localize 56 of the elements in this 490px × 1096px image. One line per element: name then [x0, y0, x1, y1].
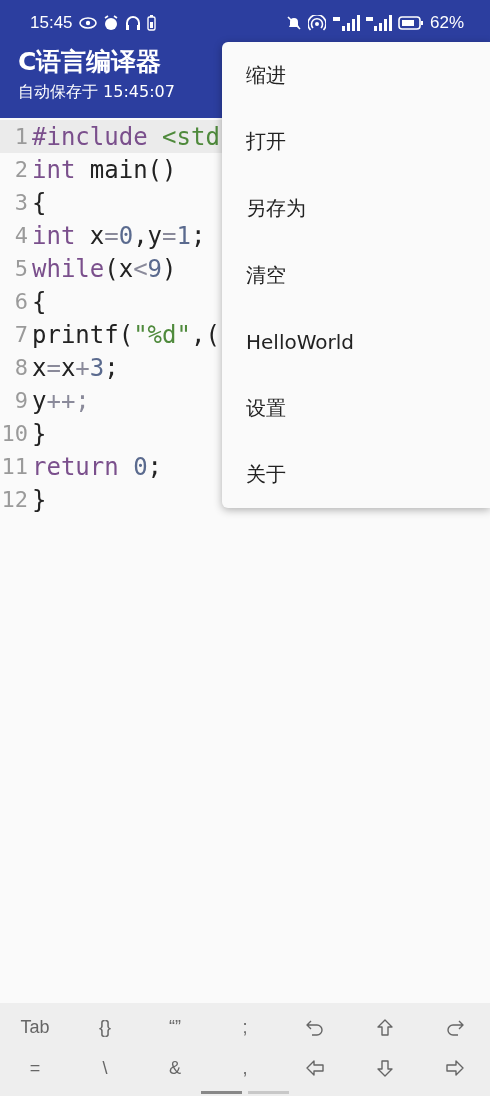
alarm-icon: [102, 15, 119, 31]
code-line: return 0;: [32, 452, 163, 481]
hotspot-icon: [307, 15, 326, 31]
line-number: 8: [13, 355, 28, 380]
battery-small-icon: [146, 15, 156, 31]
keyboard-key[interactable]: {}: [91, 1013, 119, 1042]
code-line: int x=0,y=1;: [32, 221, 206, 250]
line-number: 11: [0, 454, 28, 479]
menu-item[interactable]: 打开: [222, 108, 490, 176]
line-number: 10: [0, 421, 28, 446]
keyboard-key[interactable]: \: [94, 1054, 116, 1083]
code-line: printf("%d",(: [32, 320, 220, 349]
line-number: 4: [13, 223, 28, 248]
line-number: 6: [13, 289, 28, 314]
menu-item[interactable]: 关于: [222, 441, 490, 509]
line-number: 12: [0, 487, 28, 512]
keyboard-key[interactable]: &: [161, 1054, 189, 1083]
code-line: x=x+3;: [32, 353, 119, 382]
signal-icon: [365, 15, 392, 31]
line-number: 2: [13, 157, 28, 182]
keyboard-key[interactable]: “”: [161, 1013, 189, 1042]
code-line: {: [32, 287, 47, 316]
bell-off-icon: [285, 15, 302, 31]
code-line: }: [32, 419, 47, 448]
line-number: 1: [13, 124, 28, 149]
autosave-status: 自动保存于 15:45:07: [17, 82, 175, 103]
menu-item[interactable]: 另存为: [222, 175, 490, 242]
line-number: 9: [13, 388, 28, 413]
menu-item[interactable]: 清空: [222, 241, 490, 309]
keyboard-key[interactable]: =: [21, 1054, 49, 1083]
down-arrow-icon[interactable]: [375, 1058, 395, 1079]
keyboard-key[interactable]: Tab: [12, 1013, 58, 1042]
left-arrow-icon[interactable]: [305, 1058, 325, 1079]
code-line: }: [32, 485, 47, 514]
code-line: {: [32, 188, 47, 217]
code-line: #include <std: [32, 122, 220, 151]
eye-icon: [78, 17, 97, 29]
menu-item[interactable]: 缩进: [222, 42, 490, 109]
line-number: 7: [13, 322, 28, 347]
battery-percentage: 62%: [429, 13, 464, 33]
right-arrow-icon[interactable]: [445, 1058, 465, 1079]
app-title: C语言编译器: [17, 46, 162, 78]
line-number: 3: [13, 190, 28, 215]
battery-icon: [397, 16, 424, 30]
keyboard-key[interactable]: ,: [234, 1054, 256, 1083]
headphones-icon: [124, 15, 141, 31]
code-line: while(x<9): [32, 254, 177, 283]
up-arrow-icon[interactable]: [375, 1017, 395, 1038]
keyboard-key[interactable]: ;: [234, 1013, 256, 1042]
menu-item[interactable]: HelloWorld: [222, 308, 490, 375]
line-number: 5: [13, 256, 28, 281]
menu-item[interactable]: 设置: [222, 374, 490, 442]
code-line: y++;: [32, 386, 90, 415]
code-line: int main(): [32, 155, 177, 184]
signal-icon: [331, 15, 360, 31]
status-time: 15:45: [30, 13, 73, 33]
